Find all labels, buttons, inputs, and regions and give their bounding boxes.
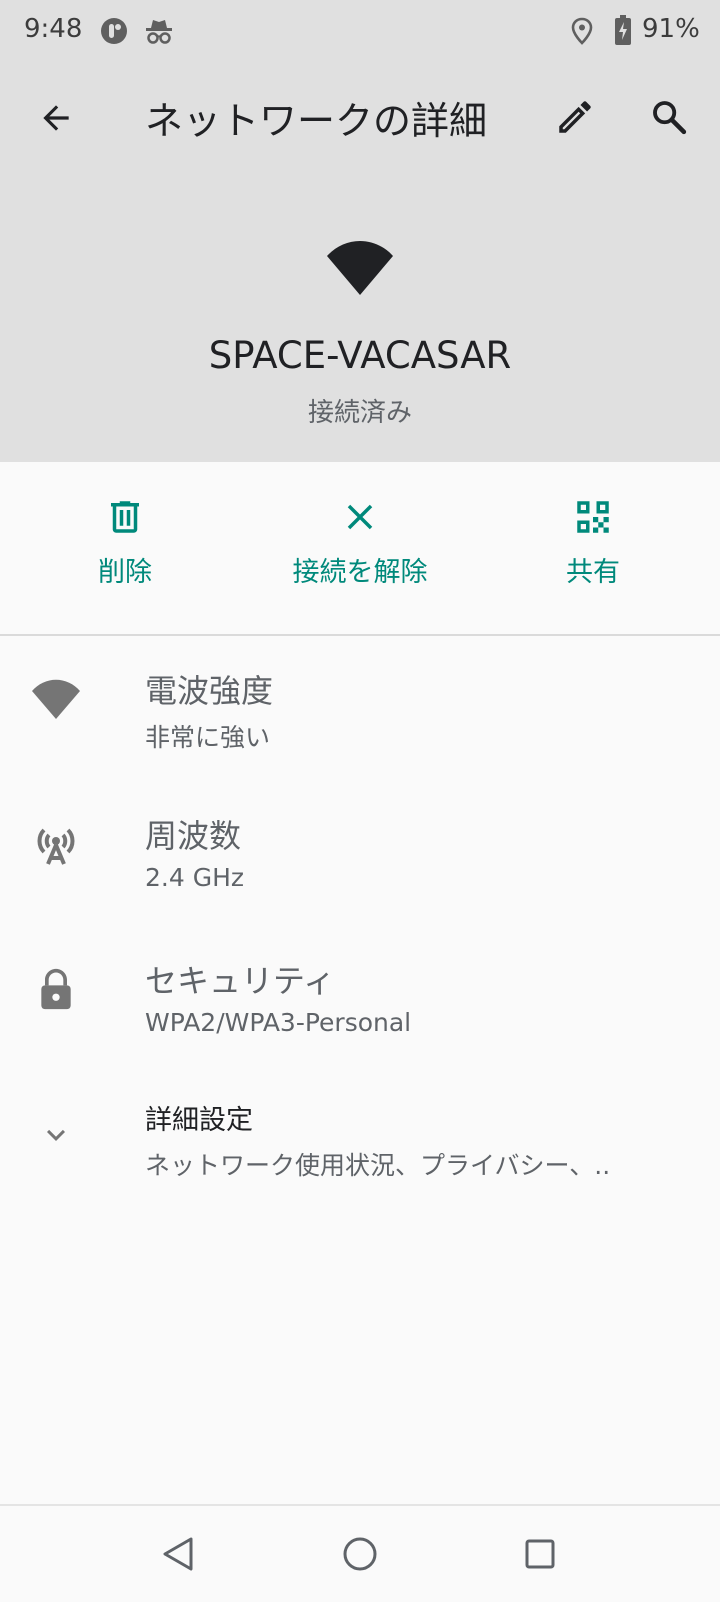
battery-percentage: 91% — [642, 14, 700, 44]
back-button[interactable] — [30, 92, 82, 144]
search-button[interactable] — [642, 90, 696, 144]
nav-home-button[interactable] — [336, 1530, 384, 1578]
back-arrow-icon — [43, 105, 69, 131]
signal-strength-row: 電波強度 非常に強い — [0, 634, 720, 764]
system-navigation-bar — [0, 1504, 720, 1602]
pencil-icon — [559, 101, 591, 133]
nav-recents-button[interactable] — [516, 1530, 564, 1578]
page-title: ネットワークの詳細 — [145, 99, 488, 143]
location-icon — [571, 17, 593, 45]
action-bar: 削除 接続を解除 共有 — [0, 462, 720, 636]
share-label: 共有 — [566, 557, 620, 588]
status-bar: 9:48 91% — [0, 0, 720, 62]
chevron-down-icon — [28, 1110, 84, 1160]
square-recents-icon — [525, 1539, 555, 1569]
close-icon — [347, 504, 373, 530]
antenna-icon — [28, 819, 84, 869]
search-icon — [653, 101, 687, 135]
frequency-title: 周波数 — [145, 817, 242, 855]
triangle-back-icon — [163, 1537, 193, 1571]
qr-code-icon — [577, 501, 609, 533]
frequency-value: 2.4 GHz — [145, 863, 244, 892]
network-name: SPACE-VACASAR — [208, 334, 512, 377]
advanced-settings-summary: ネットワーク使用状況、プライバシー、.. — [145, 1151, 611, 1180]
frequency-row: 周波数 2.4 GHz — [0, 779, 720, 909]
signal-strength-value: 非常に強い — [145, 723, 271, 752]
security-row: セキュリティ WPA2/WPA3-Personal — [0, 924, 720, 1054]
circle-home-icon — [343, 1537, 377, 1571]
advanced-settings-title: 詳細設定 — [145, 1105, 253, 1136]
disconnect-label: 接続を解除 — [292, 557, 428, 588]
security-title: セキュリティ — [145, 962, 336, 1000]
wifi-signal-icon — [28, 674, 84, 724]
status-time: 9:48 — [24, 14, 83, 44]
trash-icon — [111, 501, 139, 533]
nav-back-button[interactable] — [154, 1530, 202, 1578]
incognito-icon — [146, 20, 172, 44]
delete-button[interactable]: 削除 — [15, 496, 235, 589]
share-button[interactable]: 共有 — [483, 496, 703, 589]
advanced-settings-row[interactable]: 詳細設定 ネットワーク使用状況、プライバシー、.. — [0, 1070, 720, 1200]
signal-strength-title: 電波強度 — [145, 672, 274, 710]
app-notification-icon — [101, 18, 127, 44]
disconnect-button[interactable]: 接続を解除 — [250, 496, 470, 589]
battery-charging-icon — [615, 15, 631, 45]
network-header: ネットワークの詳細 SPACE-VACASAR 接続済み — [0, 62, 720, 462]
network-status: 接続済み — [307, 398, 412, 428]
delete-label: 削除 — [98, 557, 152, 588]
lock-icon — [28, 964, 84, 1014]
wifi-full-icon — [327, 241, 393, 295]
security-value: WPA2/WPA3-Personal — [145, 1008, 412, 1037]
edit-button[interactable] — [548, 90, 602, 144]
